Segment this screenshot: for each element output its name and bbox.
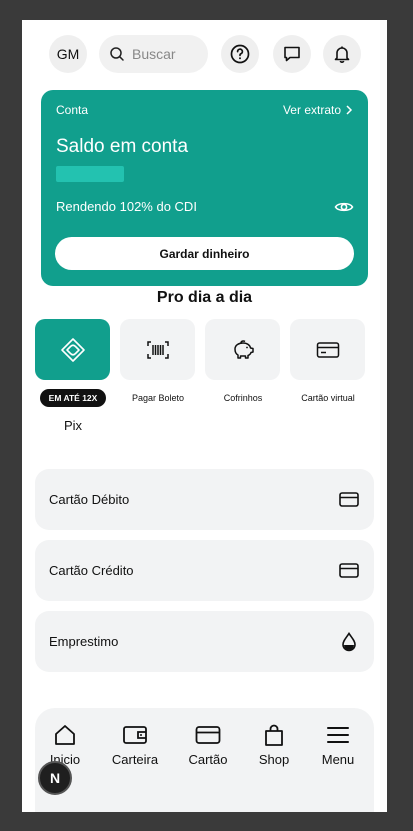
statement-link-label: Ver extrato <box>282 103 341 117</box>
search-placeholder: Buscar <box>132 46 176 62</box>
credit-card-row[interactable]: Cartão Crédito <box>35 540 374 601</box>
shopping-bag-icon <box>261 722 287 748</box>
account-label: Conta <box>56 103 89 117</box>
list-item-label: Emprestimo <box>49 634 119 649</box>
account-card: Conta Ver extrato Saldo em conta Rendend… <box>41 90 368 286</box>
home-icon <box>52 722 78 748</box>
chevron-right-icon <box>345 105 353 115</box>
save-money-button[interactable]: Gardar dinheiro <box>55 237 354 270</box>
help-button[interactable] <box>221 35 259 73</box>
debit-card-row[interactable]: Cartão Débito <box>35 469 374 530</box>
nav-label: Menu <box>321 752 355 767</box>
avatar[interactable]: GM <box>49 35 87 73</box>
balance-title: Saldo em conta <box>56 136 189 157</box>
piggy-bank-label: Cofrinhos <box>223 393 263 403</box>
nav-wallet[interactable]: Carteira <box>105 722 165 767</box>
bottom-nav: Inicio Carteira Cartão Shop Menu <box>35 708 374 812</box>
credit-card-icon <box>338 560 360 582</box>
pix-button[interactable] <box>35 319 110 380</box>
barcode-icon <box>146 340 170 360</box>
pay-bill-button[interactable] <box>120 319 195 380</box>
chat-icon <box>282 44 302 64</box>
search-icon <box>109 46 125 62</box>
credit-card-icon <box>338 489 360 511</box>
app-screen: GM Buscar Conta Ver extrato Saldo em con… <box>22 20 387 812</box>
pay-bill-label: Pagar Boleto <box>131 393 185 403</box>
wallet-icon <box>122 722 148 748</box>
virtual-card-button[interactable] <box>290 319 365 380</box>
notifications-button[interactable] <box>323 35 361 73</box>
nav-label: Carteira <box>111 752 159 767</box>
nav-menu[interactable]: Menu <box>308 722 368 767</box>
list-item-label: Cartão Crédito <box>49 563 134 578</box>
virtual-card-label: Cartão virtual <box>301 393 355 403</box>
statement-link[interactable]: Ver extrato <box>283 103 353 117</box>
list-item-label: Cartão Débito <box>49 492 130 507</box>
nav-label: Cartão <box>188 752 228 767</box>
menu-icon <box>325 722 351 748</box>
installments-badge: EM ATÉ 12X <box>40 389 106 407</box>
help-icon <box>230 44 250 64</box>
floating-action-button[interactable]: N <box>38 761 72 795</box>
chat-button[interactable] <box>273 35 311 73</box>
eye-icon[interactable] <box>334 197 354 217</box>
search-input[interactable]: Buscar <box>99 35 208 73</box>
nav-shop[interactable]: Shop <box>244 722 304 767</box>
nav-card[interactable]: Cartão <box>178 722 238 767</box>
credit-card-icon <box>195 722 221 748</box>
bell-icon <box>332 44 352 64</box>
pix-icon <box>60 337 86 363</box>
piggy-bank-button[interactable] <box>205 319 280 380</box>
nav-home[interactable]: Inicio <box>35 722 95 767</box>
avatar-initials: GM <box>56 46 80 62</box>
nav-label: Shop <box>258 752 290 767</box>
drop-icon <box>338 631 360 653</box>
yield-text: Rendendo 102% do CDI <box>56 199 197 214</box>
piggy-bank-icon <box>231 339 255 361</box>
loan-row[interactable]: Emprestimo <box>35 611 374 672</box>
section-title: Pro dia a dia <box>156 289 253 306</box>
credit-card-icon <box>316 341 340 359</box>
hidden-balance <box>56 166 124 182</box>
pix-label: Pix <box>63 418 83 433</box>
